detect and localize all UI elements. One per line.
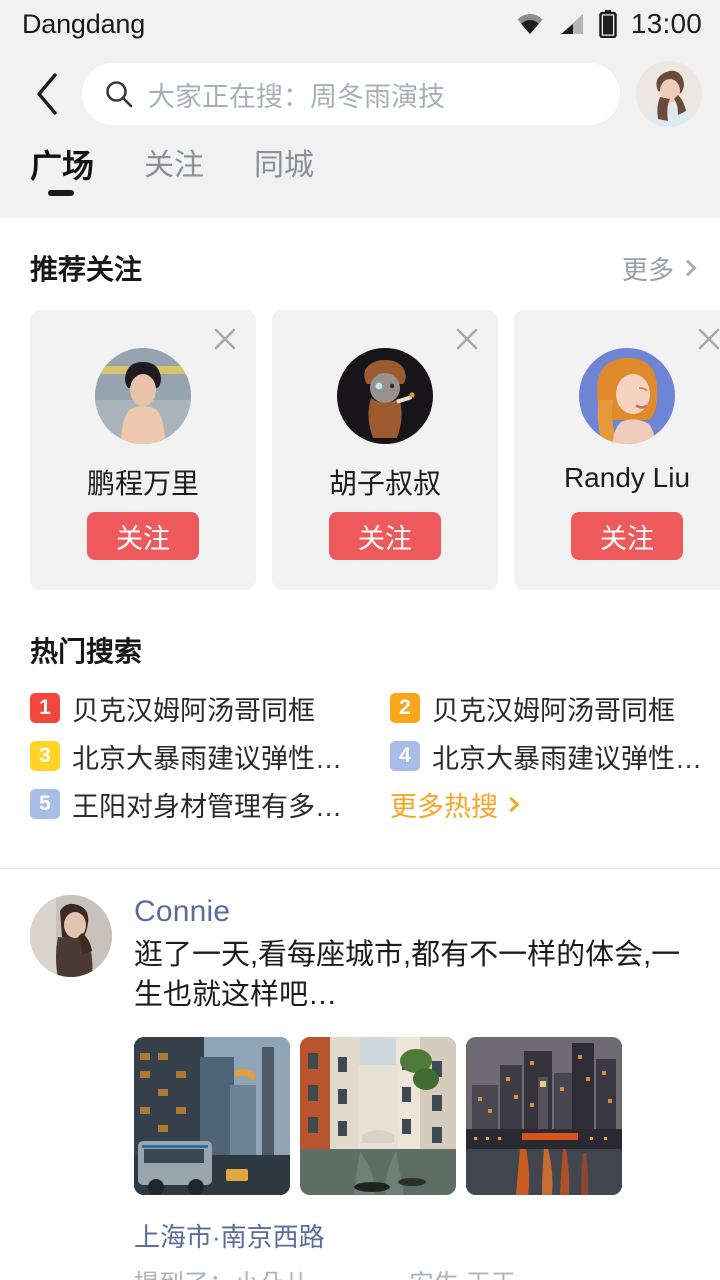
bearded-character-avatar [337, 348, 433, 444]
chevron-right-icon [503, 796, 520, 812]
post-photo[interactable] [466, 1037, 622, 1196]
carrier-label: Dangdang [22, 8, 146, 39]
avatar-image [636, 61, 702, 127]
more-hot-search-label: 更多热搜 [390, 791, 498, 822]
search-row: 大家正在搜：周冬雨演技 [0, 48, 720, 140]
hot-search-title: 热门搜索 [30, 636, 143, 667]
back-chevron-icon [37, 73, 57, 115]
tab-plaza[interactable]: 广场 [30, 140, 116, 196]
recommend-avatar[interactable] [95, 348, 191, 444]
recommend-card[interactable]: 鹏程万里 关注 [30, 310, 256, 590]
post-author-avatar[interactable] [30, 895, 112, 977]
hot-search-list: 1 贝克汉姆阿汤哥同框 2 贝克汉姆阿汤哥同框 3 北京大暴雨建议弹性… 4 北… [0, 670, 720, 828]
recommend-title: 推荐关注 [30, 254, 143, 285]
battery-icon [599, 10, 617, 38]
more-hot-search-button[interactable]: 更多热搜 [390, 780, 720, 828]
rank-badge: 4 [390, 741, 420, 771]
recommend-name: 鹏程万里 [86, 468, 199, 499]
recommend-more-button[interactable]: 更多 [621, 250, 697, 287]
post-photo-grid [134, 1037, 700, 1196]
post-author-name[interactable]: Connie [134, 895, 700, 929]
post-text: 逛了一天,看每座城市,都有不一样的体会,一生也就这样吧… [134, 939, 681, 1012]
search-placeholder: 大家正在搜：周冬雨演技 [148, 81, 445, 112]
recommend-header: 推荐关注 更多 [0, 218, 720, 288]
follow-button[interactable]: 关注 [87, 512, 199, 560]
rank-badge: 3 [30, 741, 60, 771]
follow-button[interactable]: 关注 [571, 512, 683, 560]
status-icons: 13:00 [515, 8, 702, 40]
redhead-illustration-avatar [579, 348, 675, 444]
hot-search-item[interactable]: 2 贝克汉姆阿汤哥同框 [390, 684, 720, 732]
recommend-avatar[interactable] [579, 348, 675, 444]
back-button[interactable] [18, 63, 76, 125]
hot-search-text: 北京大暴雨建议弹性… [72, 743, 342, 774]
recommend-more-label: 更多 [621, 254, 674, 285]
hot-search-item[interactable]: 5 王阳对身材管理有多… [30, 780, 390, 828]
hot-search-text: 贝克汉姆阿汤哥同框 [432, 695, 675, 726]
chevron-right-icon [679, 259, 697, 277]
tab-plaza-label: 广场 [30, 148, 95, 184]
recommend-name: 胡子叔叔 [328, 468, 441, 499]
status-bar: Dangdang 13:00 [0, 0, 720, 48]
search-icon [106, 81, 133, 108]
clock-label: 13:00 [630, 8, 702, 39]
tab-active-underline [48, 189, 74, 196]
hot-search-item[interactable]: 3 北京大暴雨建议弹性… [30, 732, 390, 780]
recommend-card[interactable]: Randy Liu 关注 [514, 310, 720, 590]
hot-search-text: 王阳对身材管理有多… [72, 791, 342, 822]
app-screen: Dangdang 13:00 大家正在搜：周冬雨演技 广场 关注 同城 推荐关注… [0, 0, 720, 1280]
hot-search-item[interactable]: 1 贝克汉姆阿汤哥同框 [30, 684, 390, 732]
rank-badge: 1 [30, 693, 60, 723]
tab-nearby-label: 同城 [254, 149, 315, 182]
woman-portrait-avatar [30, 895, 112, 977]
male-portrait-avatar [95, 348, 191, 444]
post-body: Connie 逛了一天,看每座城市,都有不一样的体会,一生也就这样吧… 上海市·… [134, 895, 700, 1280]
rank-badge: 5 [30, 789, 60, 819]
close-icon[interactable] [208, 322, 242, 356]
hot-search-item[interactable]: 4 北京大暴雨建议弹性… [390, 732, 720, 780]
rank-badge: 2 [390, 693, 420, 723]
recommend-card-list[interactable]: 鹏程万里 关注 胡子叔叔 关注 Randy Liu 关注 [0, 288, 720, 590]
city-street-with-bus-photo [134, 1037, 290, 1196]
waterfront-skyline-dusk-photo [466, 1037, 622, 1196]
recommend-card[interactable]: 胡子叔叔 关注 [272, 310, 498, 590]
venice-canal-photo [300, 1037, 456, 1196]
post-photo[interactable] [134, 1037, 290, 1196]
recommend-avatar[interactable] [337, 348, 433, 444]
profile-avatar[interactable] [636, 61, 702, 127]
post-location[interactable]: 上海市·南京西路 [134, 1217, 700, 1254]
tab-bar: 广场 关注 同城 [0, 140, 720, 218]
post-photo[interactable] [300, 1037, 456, 1196]
wifi-icon [517, 14, 543, 34]
follow-button[interactable]: 关注 [329, 512, 441, 560]
header-zone: Dangdang 13:00 大家正在搜：周冬雨演技 广场 关注 同城 [0, 0, 720, 218]
tab-following-label: 关注 [144, 149, 205, 182]
tab-nearby[interactable]: 同城 [254, 140, 336, 185]
feed-post: Connie 逛了一天,看每座城市,都有不一样的体会,一生也就这样吧… 上海市·… [0, 869, 720, 1280]
close-icon[interactable] [450, 322, 484, 356]
close-icon[interactable] [692, 322, 720, 356]
hot-search-text: 贝克汉姆阿汤哥同框 [72, 695, 315, 726]
signal-icon [560, 14, 583, 34]
recommend-name: Randy Liu [563, 462, 691, 493]
post-mentions: 提到了：小朵儿，一一，安生,王天一 [134, 1264, 700, 1280]
search-input[interactable]: 大家正在搜：周冬雨演技 [82, 63, 620, 125]
tab-following[interactable]: 关注 [144, 140, 226, 185]
hot-search-text: 北京大暴雨建议弹性… [432, 743, 702, 774]
